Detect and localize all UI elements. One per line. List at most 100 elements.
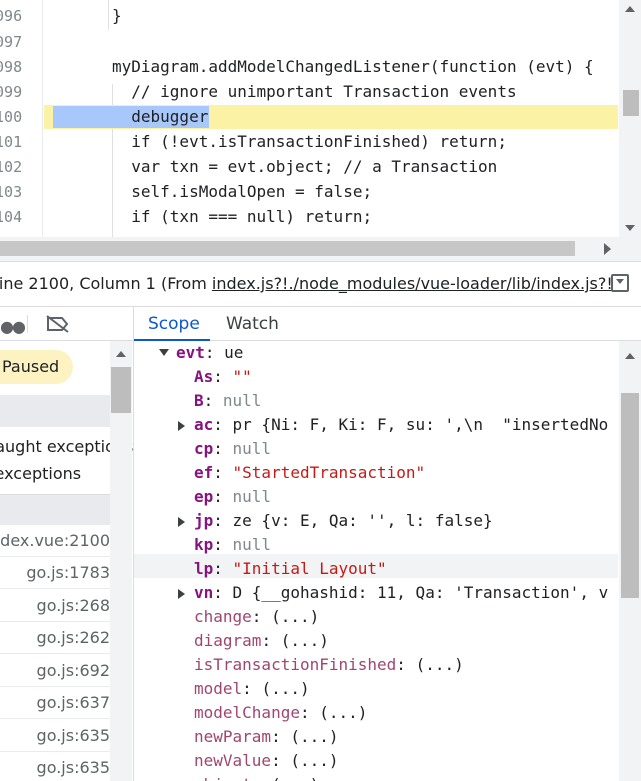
scope-getter[interactable]: modelChange: (...) [194, 703, 367, 722]
scope-property[interactable]: ef: "StartedTransaction" [194, 463, 425, 482]
scope-scrollbar[interactable] [619, 341, 641, 781]
code-line: var txn = evt.object; // a Transaction [112, 157, 498, 176]
gutter-separator [42, 0, 43, 237]
property-colon: : [271, 727, 291, 746]
getter-value[interactable]: (...) [271, 607, 319, 626]
expand-triangle-icon[interactable] [178, 589, 185, 599]
line-number[interactable]: 2104 [0, 208, 40, 226]
scrollbar-thumb[interactable] [0, 241, 575, 256]
getter-value[interactable]: (...) [290, 727, 338, 746]
property-key: jp [194, 511, 214, 530]
property-key: kp [194, 535, 214, 554]
property-key: cp [194, 439, 214, 458]
call-frame[interactable]: go.js:268 [0, 590, 110, 622]
call-frame[interactable]: go.js:262 [0, 622, 110, 654]
line-number[interactable]: 2098 [0, 58, 40, 76]
line-number[interactable]: 2103 [0, 183, 40, 201]
getter-value[interactable]: (...) [271, 775, 319, 781]
code-line: if (!evt.isTransactionFinished) return; [112, 132, 507, 151]
line-number[interactable]: 2101 [0, 133, 40, 151]
scrollbar-thumb[interactable] [623, 90, 639, 116]
getter-value[interactable]: (...) [261, 679, 309, 698]
expand-triangle-icon[interactable] [178, 421, 185, 431]
scope-property[interactable]: ac: pr {Ni: F, Ki: F, su: ',\n "inserted… [194, 415, 608, 434]
deactivate-breakpoints-icon[interactable] [46, 315, 70, 333]
property-colon: : [213, 367, 233, 386]
property-value: "StartedTransaction" [232, 463, 426, 482]
scope-getter[interactable]: diagram: (...) [194, 631, 329, 650]
editor-status-bar: Line 2100, Column 1 (From index.js?!./no… [0, 261, 641, 307]
call-frame[interactable]: go.js:1783 [0, 557, 110, 589]
scope-getter[interactable]: newParam: (...) [194, 727, 339, 746]
scroll-up-icon[interactable] [625, 6, 635, 12]
scope-property[interactable]: lp: "Initial Layout" [194, 559, 387, 578]
expand-triangle-icon[interactable] [178, 517, 185, 527]
tab-scope[interactable]: Scope [148, 314, 200, 334]
line-number[interactable]: 2099 [0, 83, 40, 101]
property-key: vn [194, 583, 214, 602]
property-colon: : [299, 703, 320, 722]
getter-value[interactable]: (...) [319, 703, 367, 722]
tab-watch[interactable]: Watch [226, 314, 279, 334]
scope-property[interactable]: As: "" [194, 367, 252, 386]
property-value: pr {Ni: F, Ki: F, su: ',\n "insertedNo [232, 415, 609, 434]
property-value: ue [224, 343, 244, 362]
step-controls-icon[interactable]: ●● [0, 317, 26, 336]
property-colon: : [251, 607, 272, 626]
scroll-up-icon[interactable] [116, 351, 126, 357]
scope-variable-evt[interactable]: evt: ue [176, 343, 243, 362]
editor-horizontal-scrollbar[interactable] [0, 237, 641, 261]
scope-property[interactable]: kp: null [194, 535, 271, 554]
getter-key: diagram [194, 631, 262, 650]
scroll-right-icon[interactable] [604, 243, 611, 255]
getter-key: isTransactionFinished [194, 655, 397, 674]
call-frame[interactable]: go.js:692 [0, 655, 110, 687]
getter-key: object [194, 775, 252, 781]
property-colon: : [242, 679, 262, 698]
paused-status-badge: Paused [0, 350, 74, 384]
scope-tabs: Scope Watch [134, 307, 641, 341]
getter-value[interactable]: (...) [416, 655, 464, 674]
section-header[interactable] [0, 395, 110, 427]
scope-getter[interactable]: model: (...) [194, 679, 310, 698]
scope-panel: Scope Watch evt: ue As: "" B: null ac: pr … [134, 307, 641, 781]
scope-property[interactable]: ep: null [194, 487, 271, 506]
line-number[interactable]: 2096 [0, 7, 40, 25]
editor-vertical-scrollbar[interactable] [619, 0, 641, 237]
pause-caught-exceptions-label[interactable]: Pause on caught exceptions [0, 464, 81, 483]
call-frame-location: index.vue:2100 [0, 531, 110, 550]
line-number[interactable]: 2100 [0, 108, 40, 126]
scope-property[interactable]: vn: D {__gohashid: 11, Qa: 'Transaction'… [194, 583, 608, 602]
getter-value[interactable]: (...) [281, 631, 329, 650]
scroll-down-icon[interactable] [625, 225, 635, 231]
call-frame[interactable]: go.js:635 [0, 720, 110, 752]
scope-property[interactable]: B: null [194, 391, 261, 410]
getter-value[interactable]: (...) [290, 751, 338, 770]
toggle-drawer-icon[interactable] [611, 274, 629, 292]
scrollbar-thumb[interactable] [621, 393, 639, 598]
expand-triangle-icon[interactable] [159, 349, 169, 356]
call-frame[interactable]: go.js:637 [0, 687, 110, 719]
scope-property[interactable]: cp: null [194, 439, 271, 458]
code-editor[interactable]: 2096 2097 2098 2099 2100 2101 2102 2103 … [0, 0, 641, 237]
call-frame[interactable]: go.js:635 [0, 752, 110, 781]
line-number[interactable]: 2097 [0, 33, 40, 51]
scrollbar-thumb[interactable] [111, 367, 131, 413]
property-value: null [232, 439, 272, 458]
line-number[interactable]: 2102 [0, 158, 40, 176]
toolbar-divider [27, 315, 28, 333]
property-key: lp [194, 559, 214, 578]
scope-getter[interactable]: isTransactionFinished: (...) [194, 655, 464, 674]
call-frame[interactable]: index.vue:2100 [0, 525, 110, 557]
scroll-up-icon[interactable] [625, 353, 635, 359]
scope-getter[interactable]: change: (...) [194, 607, 319, 626]
sidebar-scrollbar[interactable] [110, 341, 132, 781]
property-value: "" [232, 367, 252, 386]
property-colon: : [203, 391, 223, 410]
scope-getter[interactable]: newValue: (...) [194, 751, 339, 770]
source-link[interactable]: index.js?!./node_modules/vue-loader/lib/… [212, 274, 613, 293]
call-stack-header[interactable] [0, 494, 110, 525]
property-colon: : [396, 655, 416, 674]
scope-property[interactable]: jp: ze {v: E, Qa: '', l: false} [194, 511, 493, 530]
scope-getter[interactable]: object: (...) [194, 775, 319, 781]
